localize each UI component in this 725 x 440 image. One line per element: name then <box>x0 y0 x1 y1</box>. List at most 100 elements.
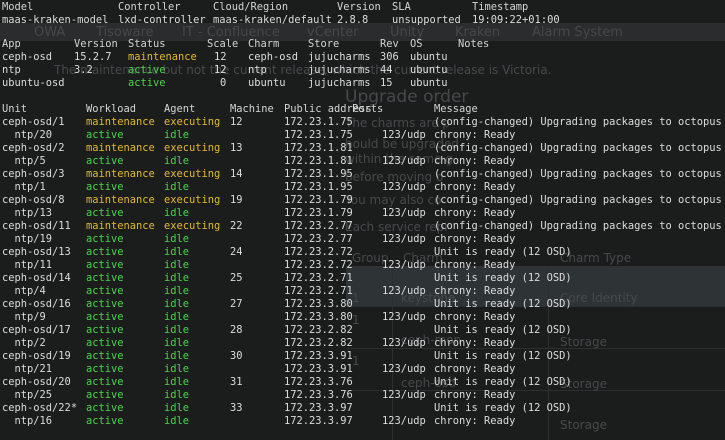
unit-machine: 12 <box>230 116 243 128</box>
app-store: jujucharms <box>308 64 371 76</box>
app-charm: ceph-osd <box>248 51 299 63</box>
unit-agent: executing <box>164 220 221 232</box>
unit-row: ceph-osd/2 maintenance executing 13 172.23.1… <box>2 142 723 155</box>
unit-unit: ceph-osd/20 <box>2 376 71 388</box>
app-os: ubuntu <box>410 51 448 63</box>
app-row: ntp 3.2 active 12 ntp jujucharms 44 ubuntu <box>2 64 723 77</box>
apps-col-app: App <box>2 38 21 50</box>
unit-unit: ceph-osd/22* <box>2 402 78 414</box>
unit-ports: 123/udp <box>382 389 426 401</box>
unit-workload: active <box>86 324 124 336</box>
unit-address: 172.23.2.77 <box>284 220 353 232</box>
unit-ports: 123/udp <box>382 259 426 271</box>
unit-message: chrony: Ready <box>434 363 516 375</box>
unit-unit: ntp/11 <box>2 259 53 271</box>
unit-unit: ceph-osd/1 <box>2 116 65 128</box>
unit-message: chrony: Ready <box>434 389 516 401</box>
unit-address: 172.23.3.80 <box>284 311 353 323</box>
unit-message: chrony: Ready <box>434 337 516 349</box>
unit-workload: active <box>86 272 124 284</box>
unit-row: ceph-osd/19 active idle 30 172.23.3.91 Unit i… <box>2 350 723 363</box>
unit-row: ntp/5 active idle 172.23.1.81 123/udp chrony:… <box>2 155 723 168</box>
app-row: ubuntu-osd active 0 ubuntu jujucharms 15 ubunt… <box>2 77 723 90</box>
unit-message: (config-changed) Upgrading packages to o… <box>434 116 722 128</box>
unit-unit: ceph-osd/19 <box>2 350 71 362</box>
unit-message: Unit is ready (12 OSD) <box>434 350 572 362</box>
unit-unit: ntp/21 <box>2 363 53 375</box>
unit-ports: 123/udp <box>382 415 426 427</box>
model-header-sla-label: SLA <box>392 1 411 13</box>
unit-row: ceph-osd/16 active idle 27 172.23.3.80 Unit i… <box>2 298 723 311</box>
unit-agent: idle <box>164 259 190 271</box>
unit-address: 172.23.1.75 <box>284 116 353 128</box>
unit-agent: idle <box>164 363 190 375</box>
app-app: ubuntu-osd <box>2 77 65 89</box>
model-timestamp-value: 19:09:22+01:00 <box>472 14 560 26</box>
unit-ports: 123/udp <box>382 363 426 375</box>
unit-agent: idle <box>164 233 190 245</box>
unit-unit: ntp/2 <box>2 337 46 349</box>
app-store: jujucharms <box>308 77 371 89</box>
unit-machine: 14 <box>230 168 243 180</box>
app-rev: 306 <box>380 51 399 63</box>
unit-message: chrony: Ready <box>434 259 516 271</box>
unit-machine: 27 <box>230 298 243 310</box>
units-col-machine: Machine <box>230 103 274 115</box>
model-header-timestamp-label: Timestamp <box>472 1 529 13</box>
unit-row: ntp/19 active idle 172.23.2.77 123/udp chrony… <box>2 233 723 246</box>
apps-col-store: Store <box>308 38 340 50</box>
unit-row: ntp/2 active idle 172.23.2.82 123/udp chrony:… <box>2 337 723 350</box>
unit-address: 172.23.3.80 <box>284 298 353 310</box>
unit-message: chrony: Ready <box>434 311 516 323</box>
apps-col-notes: Notes <box>458 38 490 50</box>
unit-unit: ntp/16 <box>2 415 53 427</box>
unit-workload: active <box>86 415 124 427</box>
unit-row: ceph-osd/14 active idle 25 172.23.2.71 Unit i… <box>2 272 723 285</box>
unit-address: 172.23.3.97 <box>284 415 353 427</box>
unit-workload: active <box>86 259 124 271</box>
unit-workload: active <box>86 350 124 362</box>
unit-unit: ceph-osd/13 <box>2 246 71 258</box>
unit-agent: idle <box>164 298 190 310</box>
unit-machine: 13 <box>230 142 243 154</box>
unit-address: 172.23.3.91 <box>284 350 353 362</box>
unit-message: chrony: Ready <box>434 207 516 219</box>
unit-address: 172.23.2.77 <box>284 233 353 245</box>
app-rev: 15 <box>380 77 393 89</box>
unit-message: chrony: Ready <box>434 155 516 167</box>
unit-ports: 123/udp <box>382 233 426 245</box>
apps-col-os: OS <box>410 38 423 50</box>
unit-address: 172.23.1.75 <box>284 129 353 141</box>
unit-row: ntp/4 active idle 172.23.2.71 123/udp chrony:… <box>2 285 723 298</box>
unit-message: Unit is ready (12 OSD) <box>434 272 572 284</box>
model-values-row: maas-kraken-model lxd-controller maas-krak… <box>2 14 723 27</box>
unit-agent: executing <box>164 142 221 154</box>
unit-agent: idle <box>164 389 190 401</box>
unit-row: ceph-osd/3 maintenance executing 14 172.23.1… <box>2 168 723 181</box>
model-header-cloud-region-label: Cloud/Region <box>213 1 289 13</box>
unit-address: 172.23.2.71 <box>284 272 353 284</box>
unit-ports: 123/udp <box>382 337 426 349</box>
unit-workload: active <box>86 298 124 310</box>
unit-machine: 22 <box>230 220 243 232</box>
unit-address: 172.23.1.95 <box>284 181 353 193</box>
app-status: active <box>128 77 166 89</box>
apps-col-charm: Charm <box>248 38 280 50</box>
unit-ports: 123/udp <box>382 181 426 193</box>
terminal-output: Model Controller Cloud/Region Version SLA Tim… <box>0 0 725 440</box>
unit-message: chrony: Ready <box>434 181 516 193</box>
app-charm: ntp <box>248 64 267 76</box>
unit-message: Unit is ready (12 OSD) <box>434 246 572 258</box>
unit-agent: idle <box>164 246 190 258</box>
unit-unit: ntp/13 <box>2 207 53 219</box>
unit-ports: 123/udp <box>382 129 426 141</box>
unit-unit: ntp/20 <box>2 129 53 141</box>
unit-workload: active <box>86 363 124 375</box>
unit-workload: active <box>86 155 124 167</box>
unit-workload: maintenance <box>86 168 155 180</box>
unit-address: 172.23.1.79 <box>284 207 353 219</box>
unit-row: ntp/13 active idle 172.23.1.79 123/udp chrony… <box>2 207 723 220</box>
unit-row: ntp/9 active idle 172.23.3.80 123/udp chrony:… <box>2 311 723 324</box>
unit-agent: executing <box>164 116 221 128</box>
app-store: jujucharms <box>308 51 371 63</box>
